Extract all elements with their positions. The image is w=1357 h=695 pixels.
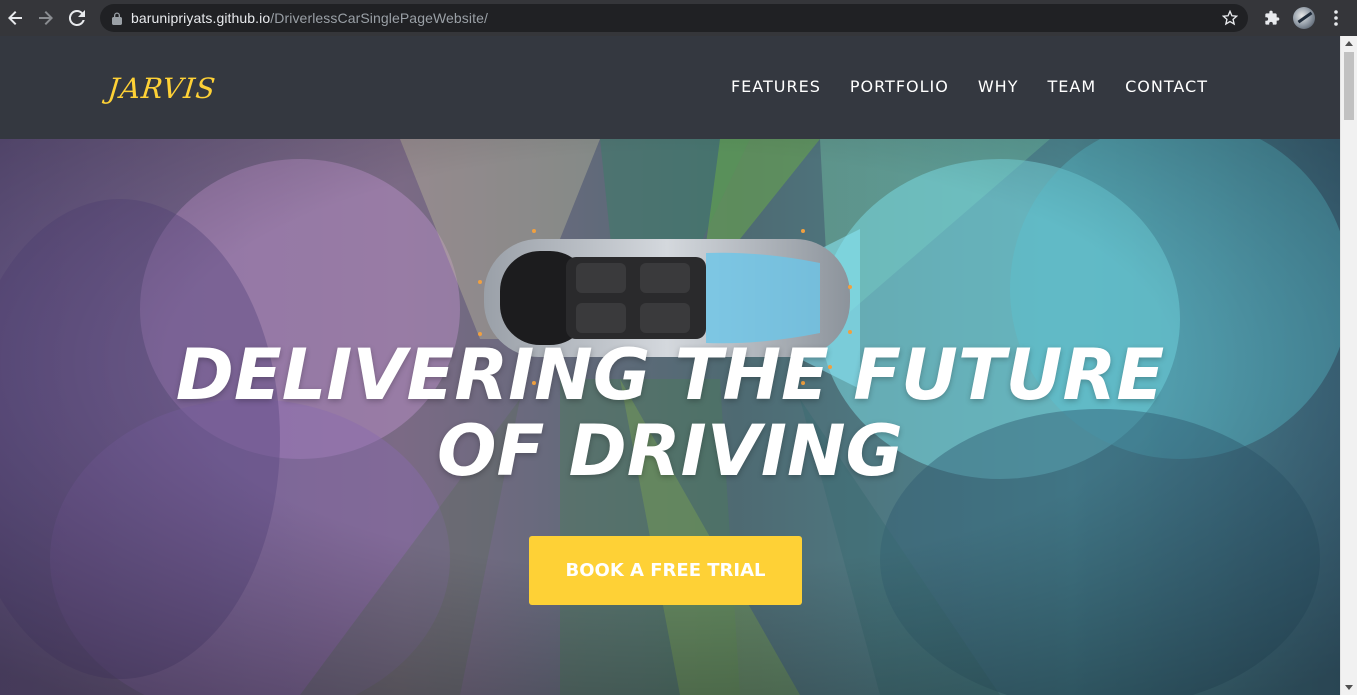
reload-button[interactable] — [63, 4, 91, 32]
back-button[interactable] — [1, 4, 29, 32]
hero-title: DELIVERING THE FUTURE OF DRIVING — [0, 337, 1340, 489]
nav-link-contact[interactable]: CONTACT — [1125, 77, 1208, 96]
page-viewport: JARVIS FEATURES PORTFOLIO WHY TEAM CONTA… — [0, 36, 1340, 695]
nav-link-why[interactable]: WHY — [978, 77, 1019, 96]
nav-link-features[interactable]: FEATURES — [731, 77, 821, 96]
reload-icon — [68, 9, 85, 26]
scroll-down-arrow-icon[interactable] — [1345, 685, 1353, 690]
url-text: barunipriyats.github.io/DriverlessCarSin… — [131, 10, 488, 26]
extensions-button[interactable] — [1258, 4, 1286, 32]
site-header: JARVIS FEATURES PORTFOLIO WHY TEAM CONTA… — [0, 36, 1340, 139]
kebab-menu-icon — [1334, 10, 1338, 26]
nav-link-team[interactable]: TEAM — [1047, 77, 1096, 96]
book-free-trial-button[interactable]: BOOK A FREE TRIAL — [529, 536, 802, 605]
hero-section: DELIVERING THE FUTURE OF DRIVING BOOK A … — [0, 139, 1340, 695]
scroll-thumb[interactable] — [1344, 52, 1354, 120]
lock-icon — [112, 12, 122, 25]
forward-arrow-icon — [39, 11, 53, 25]
puzzle-icon — [1265, 10, 1280, 25]
browser-toolbar: barunipriyats.github.io/DriverlessCarSin… — [0, 0, 1357, 36]
vertical-scrollbar[interactable] — [1340, 36, 1357, 695]
browser-menu-button[interactable] — [1322, 4, 1350, 32]
hero-title-line2: OF DRIVING — [436, 410, 903, 492]
avatar — [1293, 7, 1315, 29]
forward-button[interactable] — [32, 4, 60, 32]
scroll-up-arrow-icon[interactable] — [1345, 41, 1353, 46]
hero-title-line1: DELIVERING THE FUTURE — [175, 334, 1165, 416]
url-host: barunipriyats.github.io — [131, 10, 271, 26]
site-logo[interactable]: JARVIS — [106, 72, 217, 105]
nav-link-portfolio[interactable]: PORTFOLIO — [850, 77, 949, 96]
profile-button[interactable] — [1290, 4, 1318, 32]
back-arrow-icon — [8, 11, 22, 25]
main-nav: FEATURES PORTFOLIO WHY TEAM CONTACT — [702, 77, 1208, 96]
star-icon[interactable] — [1222, 10, 1238, 26]
url-path: /DriverlessCarSinglePageWebsite/ — [270, 10, 488, 26]
address-bar[interactable]: barunipriyats.github.io/DriverlessCarSin… — [100, 4, 1248, 32]
